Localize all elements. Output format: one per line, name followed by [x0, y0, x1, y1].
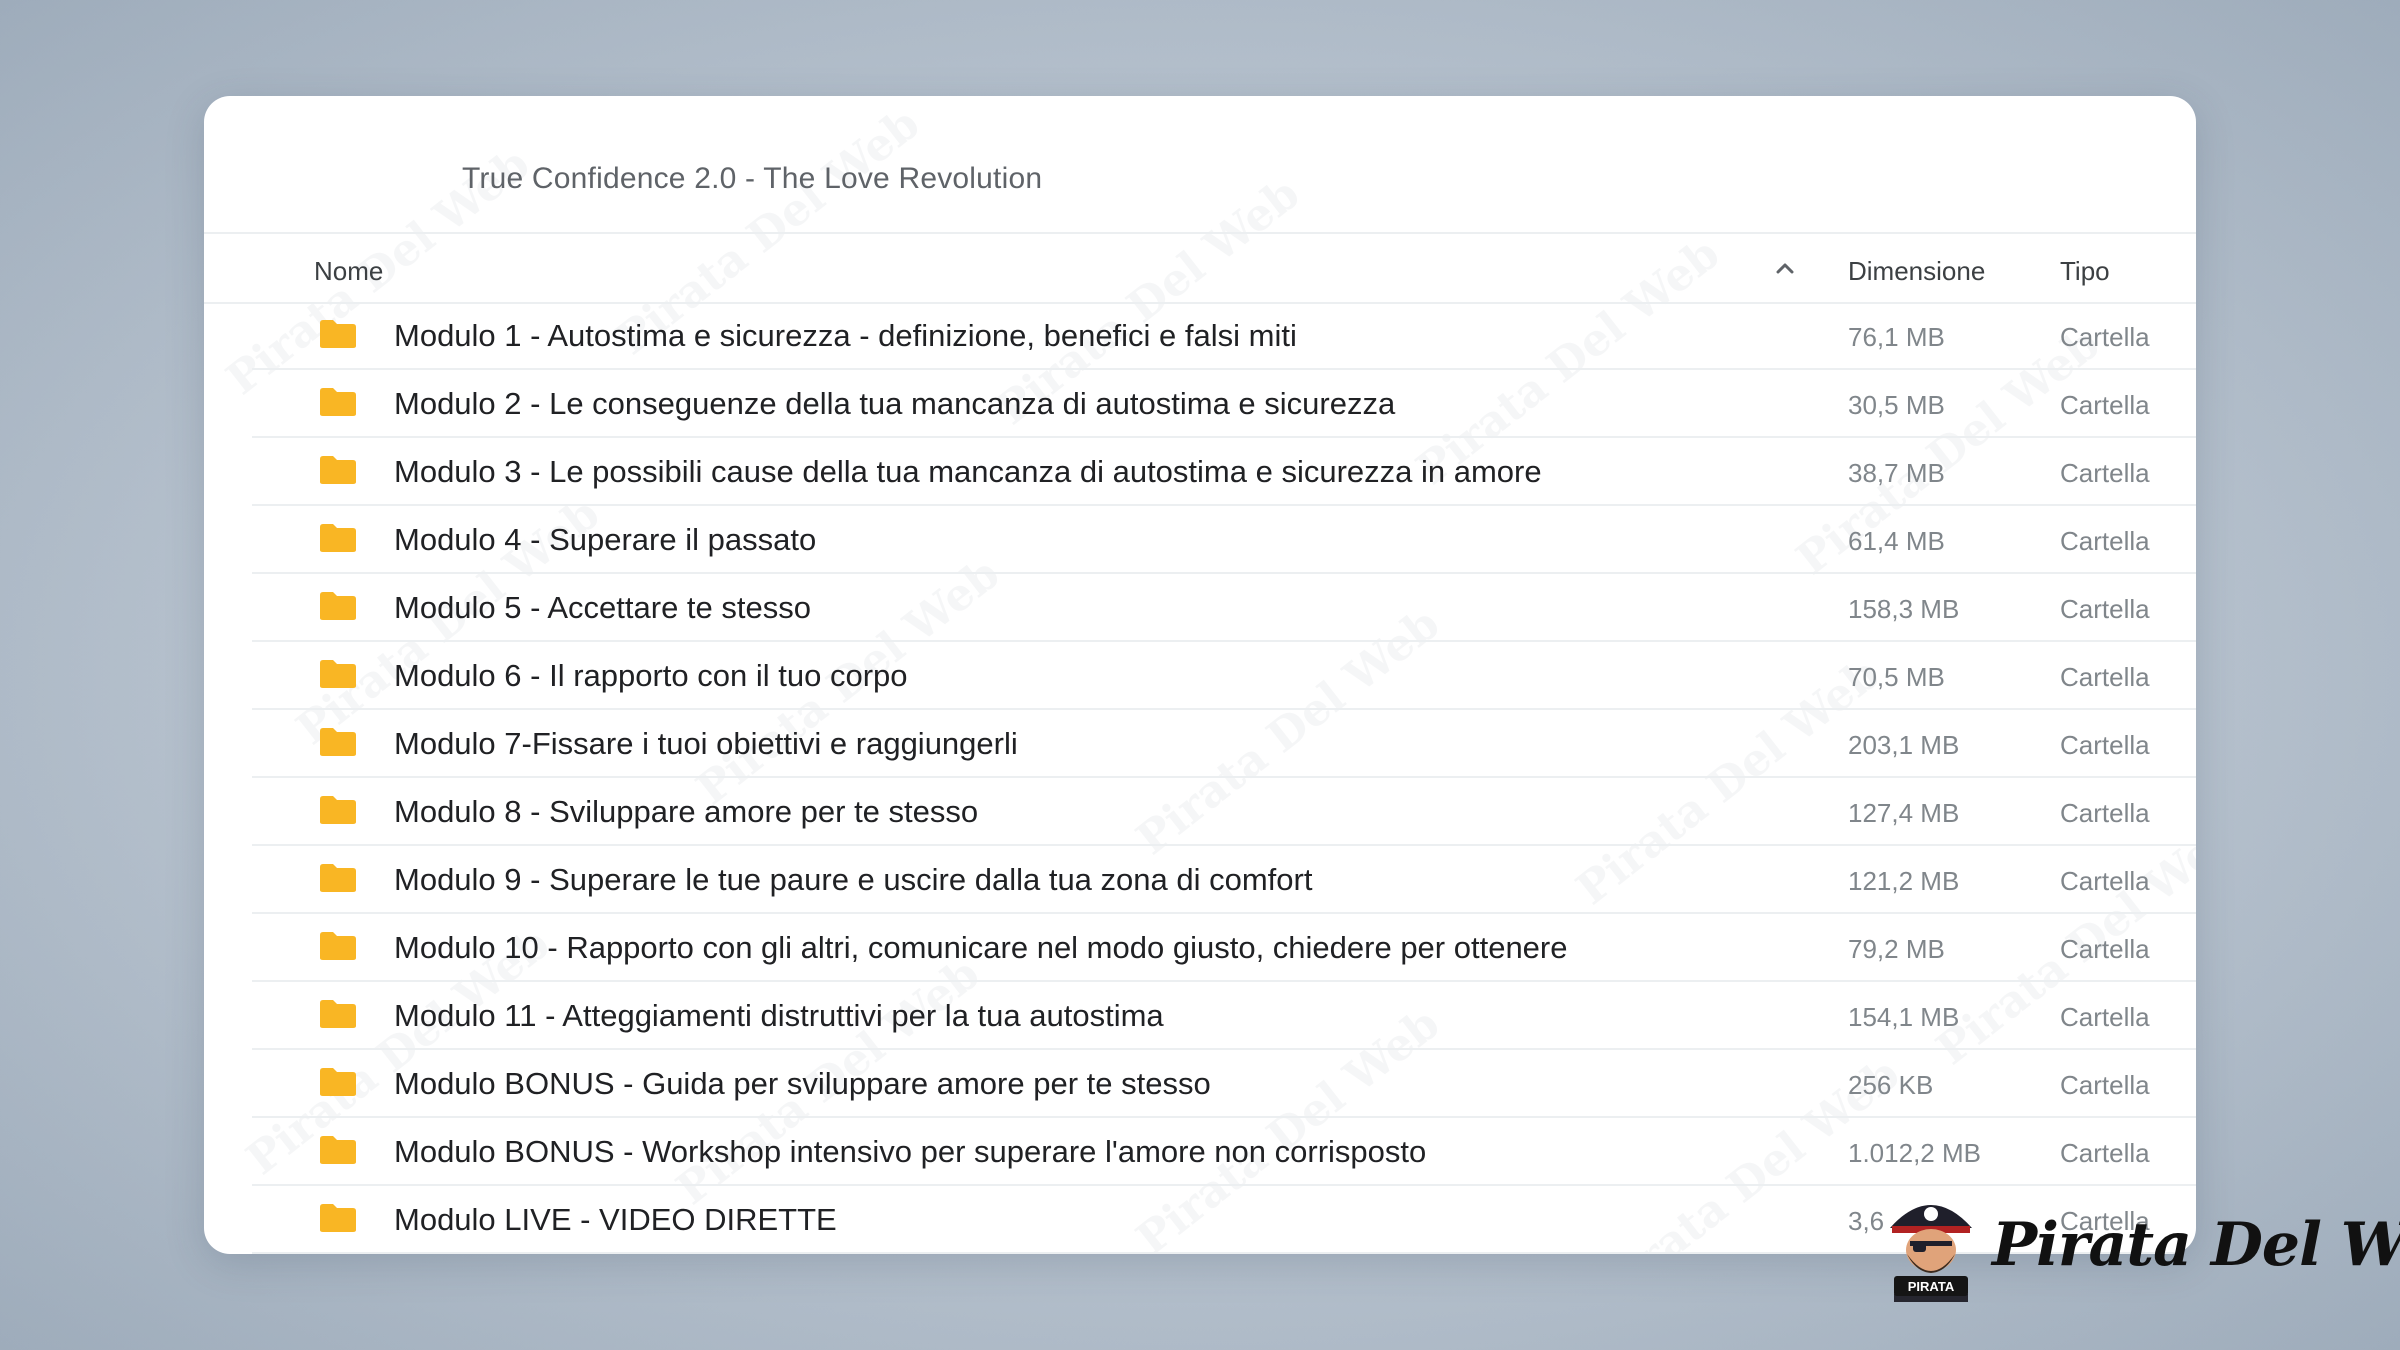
column-header-size[interactable]: Dimensione: [1848, 256, 1985, 287]
row-type: Cartella: [2060, 866, 2150, 896]
row-type: Cartella: [2060, 594, 2150, 624]
table-row[interactable]: Modulo BONUS - Workshop intensivo per su…: [252, 1118, 2196, 1186]
row-size: 61,4 MB: [1848, 526, 1945, 556]
folder-icon: [320, 456, 356, 484]
file-browser-panel: Pirata Del Web Pirata Del Web Pirata Del…: [204, 96, 2196, 1254]
table-row[interactable]: Modulo 7-Fissare i tuoi obiettivi e ragg…: [252, 710, 2196, 778]
brand-badge-text: PIRATA: [1908, 1279, 1955, 1294]
row-type: Cartella: [2060, 662, 2150, 692]
row-size: 38,7 MB: [1848, 458, 1945, 488]
row-type: Cartella: [2060, 526, 2150, 556]
table-row[interactable]: Modulo 3 - Le possibili cause della tua …: [252, 438, 2196, 506]
row-name: Modulo 6 - Il rapporto con il tuo corpo: [394, 658, 908, 693]
pirate-mascot-icon: PIRATA: [1890, 1205, 1972, 1302]
row-type: Cartella: [2060, 1138, 2150, 1168]
row-name: Modulo 4 - Superare il passato: [394, 522, 817, 557]
table-row[interactable]: Modulo 1 - Autostima e sicurezza - defin…: [252, 302, 2196, 370]
column-header-name[interactable]: Nome: [314, 256, 383, 287]
row-size: 76,1 MB: [1848, 322, 1945, 352]
row-name: Modulo BONUS - Guida per sviluppare amor…: [394, 1066, 1211, 1101]
table-row[interactable]: Modulo 6 - Il rapporto con il tuo corpo …: [252, 642, 2196, 710]
column-header-row: Nome Dimensione Tipo: [204, 232, 2196, 304]
column-header-type[interactable]: Tipo: [2060, 256, 2110, 287]
row-size: 158,3 MB: [1848, 594, 1960, 624]
folder-title: True Confidence 2.0 - The Love Revolutio…: [462, 162, 1043, 195]
row-size: 1.012,2 MB: [1848, 1138, 1981, 1168]
row-size: 30,5 MB: [1848, 390, 1945, 420]
chevron-up-icon[interactable]: [1774, 258, 1796, 280]
folder-icon: [320, 388, 356, 416]
row-name: Modulo LIVE - VIDEO DIRETTE: [394, 1202, 837, 1237]
row-name: Modulo 3 - Le possibili cause della tua …: [394, 454, 1542, 489]
row-name: Modulo 7-Fissare i tuoi obiettivi e ragg…: [394, 726, 1018, 761]
folder-icon: [320, 320, 356, 348]
table-row[interactable]: Modulo 9 - Superare le tue paure e uscir…: [252, 846, 2196, 914]
table-row[interactable]: Modulo 4 - Superare il passato 61,4 MB C…: [252, 506, 2196, 574]
row-size: 203,1 MB: [1848, 730, 1960, 760]
folder-icon: [320, 660, 356, 688]
row-size: 70,5 MB: [1848, 662, 1945, 692]
folder-icon: [320, 592, 356, 620]
row-name: Modulo 2 - Le conseguenze della tua manc…: [394, 386, 1396, 421]
row-name: Modulo 5 - Accettare te stesso: [394, 590, 811, 625]
folder-icon: [320, 1068, 356, 1096]
brand-name: Pirata Del Web: [1992, 1210, 2400, 1280]
table-row[interactable]: Modulo 11 - Atteggiamenti distruttivi pe…: [252, 982, 2196, 1050]
folder-icon: [320, 796, 356, 824]
table-row[interactable]: Modulo 5 - Accettare te stesso 158,3 MB …: [252, 574, 2196, 642]
row-name: Modulo BONUS - Workshop intensivo per su…: [394, 1134, 1427, 1169]
row-type: Cartella: [2060, 1002, 2150, 1032]
row-size: 3,6: [1848, 1206, 1885, 1236]
row-size: 121,2 MB: [1848, 866, 1960, 896]
folder-icon: [320, 864, 356, 892]
row-type: Cartella: [2060, 798, 2150, 828]
table-row[interactable]: Modulo 8 - Sviluppare amore per te stess…: [252, 778, 2196, 846]
folder-icon: [320, 524, 356, 552]
folder-icon: [320, 728, 356, 756]
folder-icon: [320, 932, 356, 960]
row-name: Modulo 1 - Autostima e sicurezza - defin…: [394, 318, 1297, 353]
folder-icon: [320, 1136, 356, 1164]
row-size: 154,1 MB: [1848, 1002, 1960, 1032]
row-type: Cartella: [2060, 458, 2150, 488]
table-row[interactable]: Modulo BONUS - Guida per sviluppare amor…: [252, 1050, 2196, 1118]
row-size: 127,4 MB: [1848, 798, 1960, 828]
folder-icon: [320, 1000, 356, 1028]
row-name: Modulo 11 - Atteggiamenti distruttivi pe…: [394, 998, 1164, 1033]
row-type: Cartella: [2060, 1070, 2150, 1100]
row-type: Cartella: [2060, 322, 2150, 352]
row-type: Cartella: [2060, 390, 2150, 420]
row-size: 256 KB: [1848, 1070, 1934, 1100]
brand-watermark: PIRATA Pirata Del Web: [1880, 1188, 2400, 1308]
row-name: Modulo 8 - Sviluppare amore per te stess…: [394, 794, 979, 829]
table-row[interactable]: Modulo 10 - Rapporto con gli altri, comu…: [252, 914, 2196, 982]
file-list: Modulo 1 - Autostima e sicurezza - defin…: [252, 302, 2196, 1254]
row-type: Cartella: [2060, 730, 2150, 760]
folder-icon: [320, 1204, 356, 1232]
table-row[interactable]: Modulo 2 - Le conseguenze della tua manc…: [252, 370, 2196, 438]
row-name: Modulo 9 - Superare le tue paure e uscir…: [394, 862, 1313, 897]
row-size: 79,2 MB: [1848, 934, 1945, 964]
row-name: Modulo 10 - Rapporto con gli altri, comu…: [394, 930, 1568, 965]
row-type: Cartella: [2060, 934, 2150, 964]
